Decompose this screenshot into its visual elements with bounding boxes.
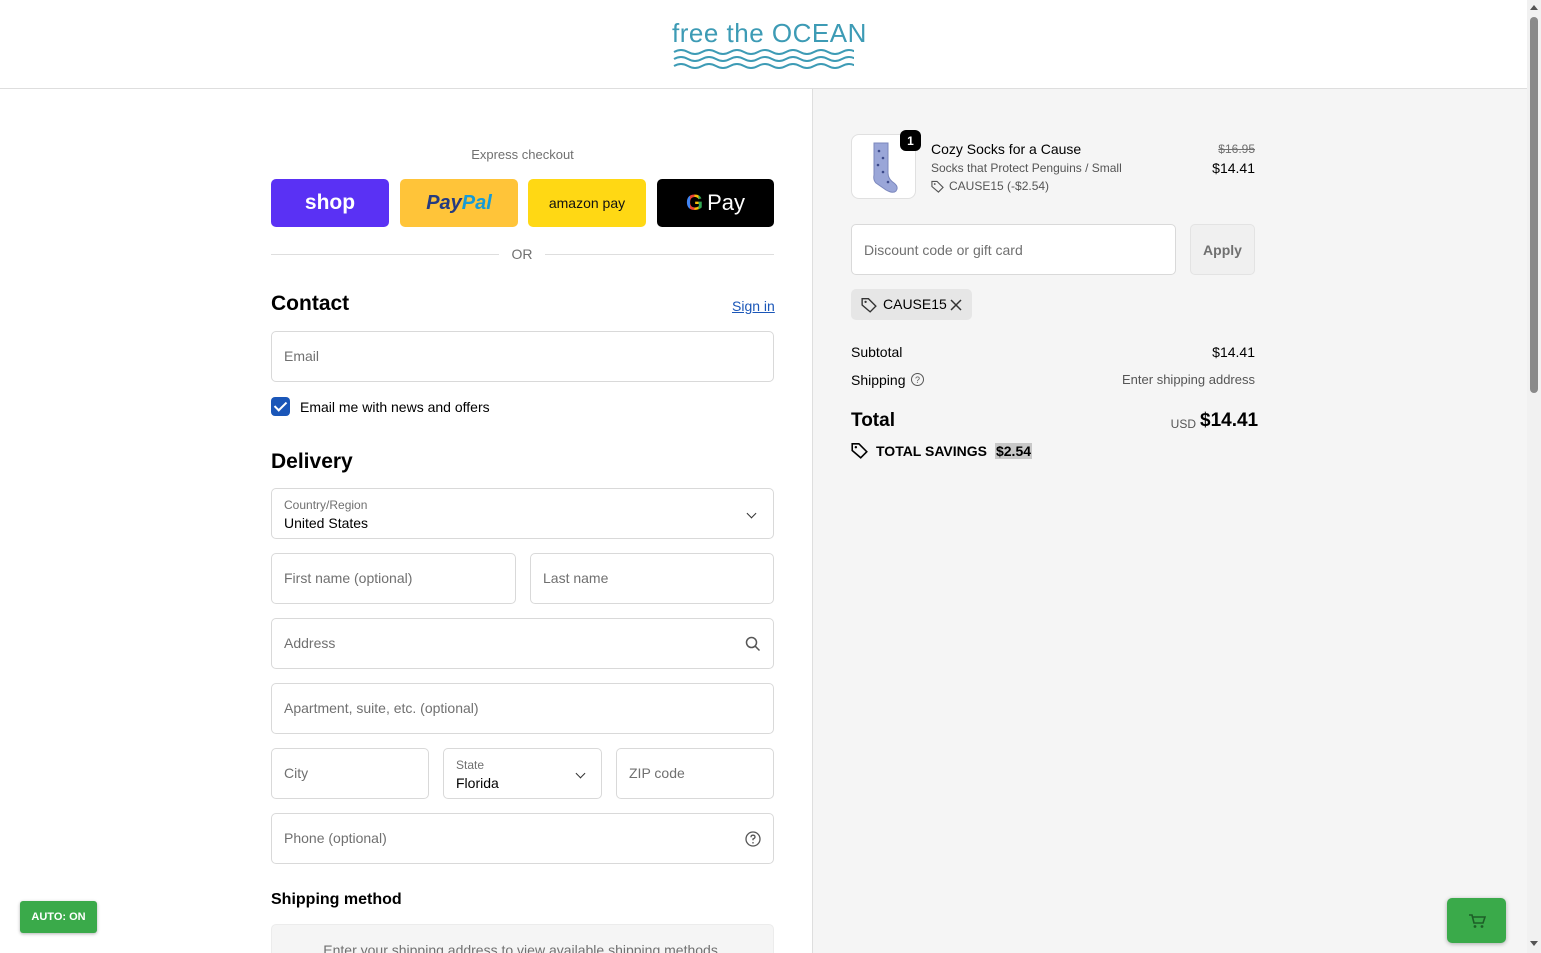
scroll-up-arrow-icon[interactable] <box>1530 5 1538 10</box>
divider-line-left <box>271 254 499 255</box>
subtotal-label: Subtotal <box>851 344 903 360</box>
apartment-placeholder: Apartment, suite, etc. (optional) <box>284 700 479 716</box>
state-select[interactable]: State Florida <box>443 748 602 799</box>
newsletter-label: Email me with news and offers <box>300 399 490 415</box>
amazon-pay-label: amazon pay <box>548 195 626 211</box>
paypal-label-pay: Pay <box>426 191 462 214</box>
last-name-field[interactable]: Last name <box>530 553 774 604</box>
chevron-down-icon <box>575 768 586 779</box>
shipping-method-text: Enter your shipping address to view avai… <box>323 942 722 953</box>
quantity-badge: 1 <box>900 130 921 151</box>
total-label: Total <box>851 410 895 431</box>
cart-button[interactable] <box>1447 898 1506 943</box>
subtotal-value: $14.41 <box>1212 344 1255 360</box>
paypal-button[interactable]: Pay Pal <box>400 179 518 227</box>
discount-code-input[interactable]: Discount code or gift card <box>851 224 1176 275</box>
discount-code-placeholder: Discount code or gift card <box>864 242 1023 258</box>
country-value: United States <box>284 515 369 531</box>
auto-toggle-button[interactable]: AUTO: ON <box>20 901 97 933</box>
divider-line-right <box>545 254 774 255</box>
cart-icon <box>1468 913 1486 928</box>
scrollbar[interactable] <box>1527 0 1541 953</box>
email-field[interactable]: Email <box>271 331 774 382</box>
state-value: Florida <box>456 775 499 791</box>
first-name-field[interactable]: First name (optional) <box>271 553 516 604</box>
city-placeholder: City <box>284 765 309 781</box>
total-savings: TOTAL SAVINGS $2.54 <box>851 442 1033 459</box>
logo-text: free the OCEAN <box>672 18 867 48</box>
contact-title: Contact <box>271 292 350 315</box>
or-label: OR <box>511 246 533 262</box>
shipping-value: Enter shipping address <box>1122 372 1255 387</box>
apply-button[interactable]: Apply <box>1190 224 1255 275</box>
total-value: $14.41 <box>1200 410 1259 431</box>
last-name-placeholder: Last name <box>543 570 609 586</box>
address-field[interactable]: Address <box>271 618 774 669</box>
phone-placeholder: Phone (optional) <box>284 830 387 846</box>
product-variant: Socks that Protect Penguins / Small <box>931 161 1122 175</box>
scroll-down-arrow-icon[interactable] <box>1530 941 1538 946</box>
tag-icon <box>931 180 944 193</box>
zip-placeholder: ZIP code <box>629 765 685 781</box>
original-price: $16.95 <box>1218 142 1255 156</box>
amazon-pay-button[interactable]: amazon pay <box>528 179 646 227</box>
country-select[interactable]: Country/Region United States <box>271 488 774 539</box>
phone-field[interactable]: Phone (optional) <box>271 813 774 864</box>
savings-value: $2.54 <box>994 442 1033 459</box>
apartment-field[interactable]: Apartment, suite, etc. (optional) <box>271 683 774 734</box>
shipping-method-box: Enter your shipping address to view avai… <box>271 924 774 953</box>
shop-pay-button[interactable]: shop <box>271 179 389 227</box>
address-placeholder: Address <box>284 635 336 651</box>
city-field[interactable]: City <box>271 748 429 799</box>
scroll-thumb[interactable] <box>1530 17 1538 393</box>
first-name-placeholder: First name (optional) <box>284 570 413 586</box>
savings-tag-icon <box>851 443 868 459</box>
brand-logo[interactable]: free the OCEAN <box>672 18 866 70</box>
express-checkout-title: Express checkout <box>471 147 574 162</box>
close-icon[interactable] <box>949 298 963 312</box>
sign-in-link[interactable]: Sign in <box>732 298 775 314</box>
header: free the OCEAN <box>0 0 1527 89</box>
product-discount: CAUSE15 (-$2.54) <box>931 179 1049 193</box>
state-label: State <box>456 758 485 772</box>
tag-icon <box>861 298 877 313</box>
or-divider: OR <box>271 245 774 265</box>
zip-field[interactable]: ZIP code <box>616 748 774 799</box>
country-label: Country/Region <box>284 498 368 512</box>
help-icon[interactable] <box>745 831 761 847</box>
newsletter-checkbox[interactable] <box>271 397 290 416</box>
waves-icon <box>673 49 854 69</box>
product-name: Cozy Socks for a Cause <box>931 141 1082 157</box>
shop-pay-label: shop <box>304 191 356 214</box>
currency-code: USD <box>1170 417 1196 431</box>
item-price: $14.41 <box>1212 160 1255 176</box>
order-summary <box>812 89 1527 953</box>
shipping-help-icon[interactable]: ? <box>911 373 924 386</box>
paypal-label-pal: Pal <box>461 191 492 214</box>
savings-label: TOTAL SAVINGS <box>876 442 987 459</box>
shipping-label: Shipping <box>851 372 906 388</box>
google-pay-label: Pay <box>707 190 746 215</box>
shipping-method-title: Shipping method <box>271 891 402 908</box>
applied-discount-chip: CAUSE15 <box>851 289 972 320</box>
search-icon <box>745 636 761 652</box>
chevron-down-icon <box>746 508 757 519</box>
sock-image-icon <box>873 142 898 193</box>
google-pay-button[interactable]: G Pay <box>657 179 774 227</box>
google-g-icon: G <box>685 190 704 215</box>
product-discount-text: CAUSE15 (-$2.54) <box>949 179 1050 193</box>
email-placeholder: Email <box>284 348 320 364</box>
delivery-title: Delivery <box>271 450 353 473</box>
applied-code-text: CAUSE15 <box>883 296 947 312</box>
